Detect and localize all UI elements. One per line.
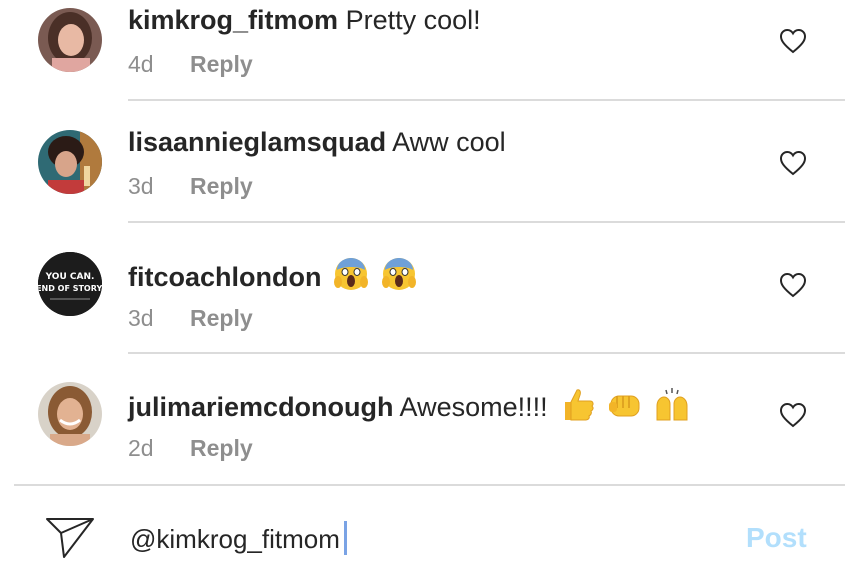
thumbs-up-emoji — [559, 386, 595, 429]
comment-username[interactable]: julimariemcdonough — [128, 392, 394, 422]
screaming-face-emoji — [333, 256, 369, 299]
comment-username[interactable]: lisaanniеglamsquad — [128, 127, 386, 157]
avatar[interactable] — [38, 130, 102, 194]
heart-icon[interactable] — [779, 150, 807, 176]
divider — [128, 221, 845, 223]
avatar[interactable] — [38, 8, 102, 72]
comment-item: YOU CAN. END OF STORY. fitcoachlondon 3d… — [0, 246, 859, 346]
comment-meta: 3d Reply — [128, 304, 253, 332]
comment-item: julimariemcdonough Awesome!!!! 2d Reply — [0, 376, 859, 476]
heart-icon[interactable] — [779, 28, 807, 54]
comment-compose-bar: @kimkrog_fitmom Post — [0, 487, 859, 575]
screaming-face-emoji — [381, 256, 417, 299]
avatar[interactable] — [38, 382, 102, 446]
raising-hands-emoji — [654, 386, 690, 429]
avatar[interactable]: YOU CAN. END OF STORY. — [38, 252, 102, 316]
paper-plane-icon[interactable] — [44, 516, 96, 560]
reply-button[interactable]: Reply — [190, 435, 253, 461]
comment-username[interactable]: fitcoachlondon — [128, 262, 321, 292]
comment-time: 3d — [128, 173, 154, 199]
text-caret — [343, 521, 347, 555]
comment-meta: 3d Reply — [128, 172, 253, 200]
comment-body: Aww cool — [392, 127, 506, 157]
divider — [14, 484, 845, 486]
comment-time: 3d — [128, 305, 154, 331]
comment-item: kimkrog_fitmom Pretty cool! 4d Reply — [0, 0, 859, 100]
reply-button[interactable]: Reply — [190, 305, 253, 331]
comment-text: fitcoachlondon — [128, 256, 417, 299]
comment-input[interactable]: @kimkrog_fitmom — [130, 521, 347, 555]
comment-input-value: @kimkrog_fitmom — [130, 524, 340, 554]
comment-time: 4d — [128, 51, 154, 77]
comment-time: 2d — [128, 435, 154, 461]
comment-meta: 2d Reply — [128, 434, 253, 462]
heart-icon[interactable] — [779, 272, 807, 298]
comment-text: lisaanniеglamsquad Aww cool — [128, 126, 506, 158]
divider — [128, 352, 845, 354]
comment-body: Awesome!!!! — [399, 392, 548, 422]
divider — [128, 99, 845, 101]
reply-button[interactable]: Reply — [190, 173, 253, 199]
comment-body: Pretty cool! — [345, 5, 481, 35]
comment-item: lisaanniеglamsquad Aww cool 3d Reply — [0, 122, 859, 222]
oncoming-fist-emoji — [607, 386, 643, 429]
comment-username[interactable]: kimkrog_fitmom — [128, 5, 338, 35]
reply-button[interactable]: Reply — [190, 51, 253, 77]
avatar-text-line2: END OF STORY. — [38, 284, 102, 293]
comment-meta: 4d Reply — [128, 50, 253, 78]
post-button[interactable]: Post — [746, 521, 807, 555]
avatar-text-line1: YOU CAN. — [45, 272, 95, 282]
heart-icon[interactable] — [779, 402, 807, 428]
comment-text: julimariemcdonough Awesome!!!! — [128, 386, 690, 429]
comment-text: kimkrog_fitmom Pretty cool! — [128, 4, 481, 36]
